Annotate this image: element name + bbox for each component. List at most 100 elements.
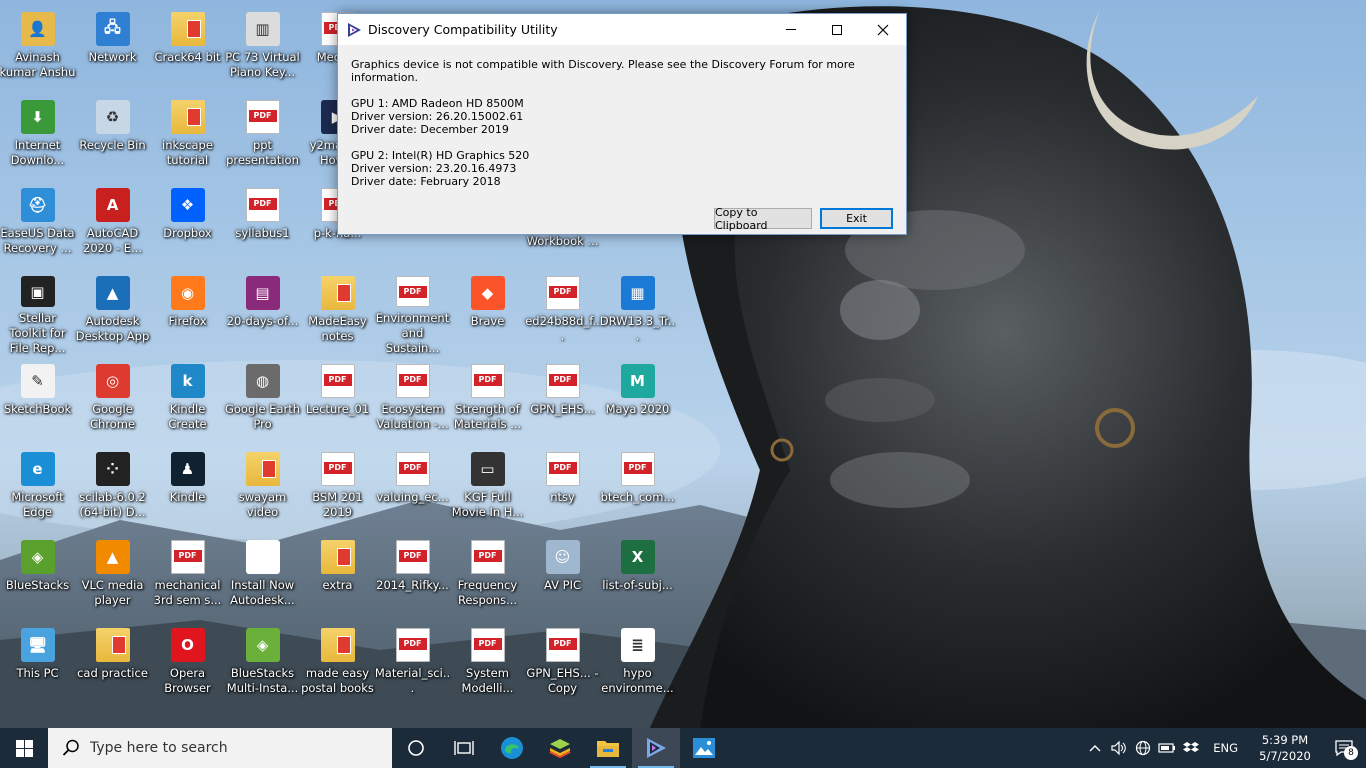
copy-to-clipboard-button[interactable]: Copy to Clipboard [714,206,812,232]
desktop-icon[interactable]: M Maya 2020 [600,360,675,444]
desktop-icon[interactable]: ❖ Dropbox [150,184,225,268]
desktop-icon[interactable]: ▤ 20-days-of... [225,272,300,356]
desktop-icon[interactable]: ⁘ scilab-6.0.2 (64-bit) D... [75,448,150,532]
action-center-button[interactable]: 8 [1322,728,1366,768]
desktop-icon[interactable]: ◆ Brave [450,272,525,356]
taskbar-discovery-button[interactable] [632,728,680,768]
desktop-icon[interactable]: ed24b88d_f... [525,272,600,356]
taskbar-file-explorer-button[interactable] [584,728,632,768]
desktop-icon[interactable]: GPN_EHS... - Copy [525,624,600,708]
desktop-icon-label: BlueStacks Multi-Insta... [226,666,299,695]
desktop-icon[interactable]: ◈ BlueStacks Multi-Insta... [225,624,300,708]
desktop-icon[interactable]: cad practice [75,624,150,708]
desktop-icon[interactable]: inkscape tutorial [150,96,225,180]
maximize-button[interactable] [814,14,860,45]
exit-button[interactable]: Exit [820,208,893,229]
desktop-icon[interactable]: ▲ Autodesk Desktop App [75,272,150,356]
folder-icon [320,276,355,310]
dialog-body: Graphics device is not compatible with D… [338,45,906,188]
desktop-icon[interactable]: swayam video [225,448,300,532]
file-explorer-icon [597,741,619,757]
desktop-icon[interactable]: ▦ DRW13.3_Tr... [600,272,675,356]
desktop-icon[interactable]: syllabus1 [225,184,300,268]
desktop-icon[interactable]: ◈ BlueStacks [0,536,75,620]
clock[interactable]: 5:39 PM 5/7/2020 [1248,732,1322,764]
volume-button[interactable] [1107,728,1131,768]
desktop-icon[interactable]: ◉ Firefox [150,272,225,356]
taskbar-search-box[interactable]: Type here to search [48,728,392,768]
desktop-icon[interactable]: ▥ PC 73 Virtual Piano Key... [225,8,300,92]
desktop-icon[interactable]: Crack64 bit [150,8,225,92]
desktop-icon[interactable]: O Opera Browser [150,624,225,708]
desktop-icon[interactable]: GPN_EHS... [525,360,600,444]
input-language-indicator[interactable]: ENG [1203,741,1248,755]
desktop-icon[interactable]: 🖥 This PC [0,624,75,708]
desktop-icon[interactable]: valuing_ec... [375,448,450,532]
desktop-icon[interactable]: 🖧 Network [75,8,150,92]
kindle-create-icon: k [170,364,205,398]
desktop-icon[interactable]: Xlist-of-subj... [600,536,675,620]
stellar-icon: ▣ [20,276,55,307]
taskbar-photos-button[interactable] [680,728,728,768]
desktop-icon[interactable]: k Kindle Create [150,360,225,444]
desktop-icon-label: SketchBook [3,402,72,416]
desktop-icon[interactable]: ppt presentation [225,96,300,180]
autodesk-icon: ▲ [95,276,130,310]
scilab-icon: ⁘ [95,452,130,486]
desktop-icon[interactable]: Strength of Materials ... [450,360,525,444]
desktop-icon[interactable]: ✎ SketchBook [0,360,75,444]
dropbox-icon: ❖ [170,188,205,222]
desktop-icon[interactable]: mechanical 3rd sem s... [150,536,225,620]
network-button[interactable] [1131,728,1155,768]
desktop-icon[interactable]: ♟ Kindle [150,448,225,532]
desktop-icon[interactable]: ▲ VLC media player [75,536,150,620]
task-view-button[interactable] [440,728,488,768]
close-button[interactable] [860,14,906,45]
desktop-icon[interactable]: ◎ Google Chrome [75,360,150,444]
desktop-icon[interactable]: ⬇ Internet Downlo... [0,96,75,180]
cortana-button[interactable] [392,728,440,768]
pdf-icon [320,452,355,486]
folder-icon [95,628,130,662]
desktop-icon[interactable]: BSM 201 2019 [300,448,375,532]
battery-button[interactable] [1155,728,1179,768]
dropbox-tray-button[interactable] [1179,728,1203,768]
pdf-icon [395,364,430,398]
discovery-icon [647,738,666,758]
desktop-icon[interactable]: Install Now Autodesk... [225,536,300,620]
desktop-icon[interactable]: Ecosystem Valuation -... [375,360,450,444]
desktop-icon[interactable]: 2014_Rifky... [375,536,450,620]
desktop-icon[interactable]: System Modelli... [450,624,525,708]
desktop-icon[interactable]: btech_com... [600,448,675,532]
desktop-icon[interactable]: Environment and Sustain... [375,272,450,356]
desktop-icon[interactable]: ≣ hypo environme... [600,624,675,708]
desktop-icon[interactable]: ntsy [525,448,600,532]
desktop-icon[interactable]: ▣ Stellar Toolkit for File Rep... [0,272,75,356]
desktop-icon[interactable]: ♻ Recycle Bin [75,96,150,180]
pdf-icon [620,452,655,486]
desktop-icon-label: MadeEasy notes [308,314,367,343]
start-button[interactable] [0,728,48,768]
desktop-icon-label: Material_sci... [374,666,451,695]
dialog-titlebar[interactable]: Discovery Compatibility Utility [338,14,906,45]
minimize-button[interactable] [768,14,814,45]
desktop-icon[interactable]: made easy postal books [300,624,375,708]
desktop-icon[interactable]: Frequency Respons... [450,536,525,620]
desktop-icon[interactable]: ☺ AV PIC [525,536,600,620]
desktop-icon[interactable]: extra [300,536,375,620]
desktop-icon-label: 2014_Rifky... [376,578,449,592]
desktop-icon[interactable]: e Microsoft Edge [0,448,75,532]
show-hidden-icons-button[interactable] [1083,728,1107,768]
desktop-icon-label: PC 73 Virtual Piano Key... [225,50,300,79]
desktop-icon[interactable]: Lecture_01 [300,360,375,444]
desktop-icon[interactable]: Material_sci... [375,624,450,708]
desktop-icon[interactable]: MadeEasy notes [300,272,375,356]
desktop-icon[interactable]: ◍ Google Earth Pro [225,360,300,444]
desktop-icon[interactable]: A AutoCAD 2020 - E... [75,184,150,268]
desktop-icon[interactable]: ⛑ EaseUS Data Recovery ... [0,184,75,268]
hidden-icon-label[interactable]: Workbook ... [524,234,601,249]
taskbar-bluestacks-button[interactable] [536,728,584,768]
desktop-icon[interactable]: 👤 Avinash kumar Anshu [0,8,75,92]
desktop-icon[interactable]: ▭ KGF Full Movie In H... [450,448,525,532]
taskbar-edge-button[interactable] [488,728,536,768]
